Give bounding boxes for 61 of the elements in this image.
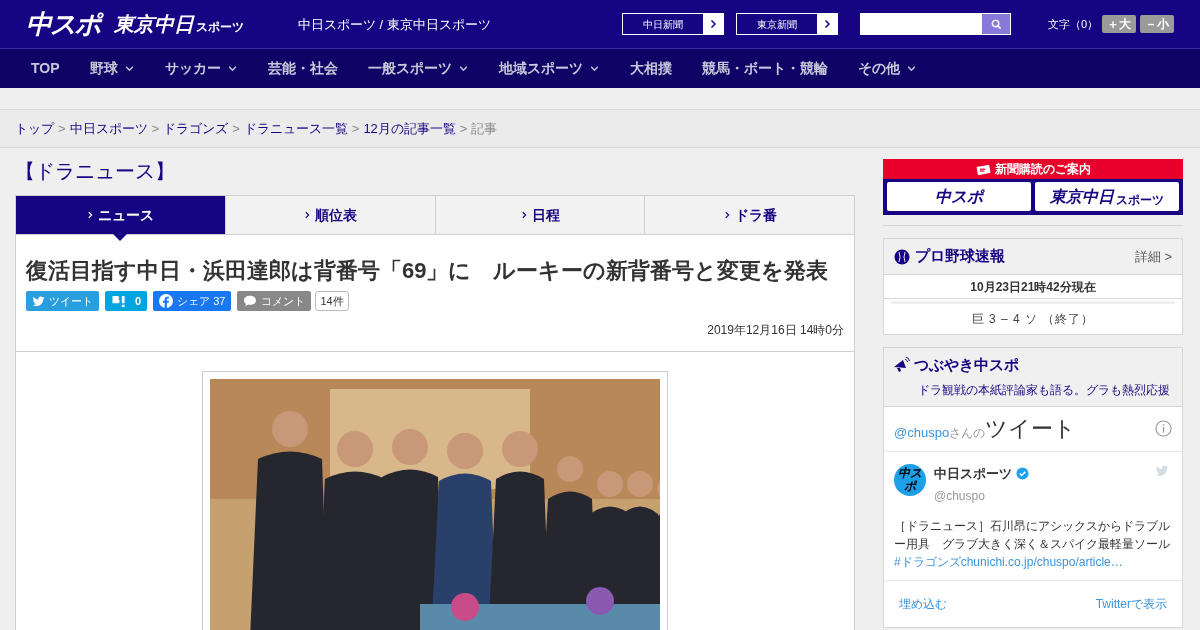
timeline-heading: @chuspoさんのツイート: [894, 415, 1077, 443]
details-link[interactable]: 詳細 >: [1134, 246, 1172, 267]
chevron-right-icon: [86, 210, 95, 220]
section-title: 【ドラニュース】: [15, 160, 175, 182]
newspaper-link[interactable]: 東京新聞: [736, 13, 838, 35]
search-field[interactable]: [860, 13, 1011, 35]
newspaper-link[interactable]: 中日新聞: [622, 13, 724, 35]
account-name[interactable]: 中日スポーツ: [934, 463, 1012, 483]
speech-bubble-icon: [243, 295, 258, 307]
baseball-icon: [894, 248, 910, 265]
update-time: 10月23日21時42分現在: [970, 278, 1096, 296]
nav-item[interactable]: その他: [857, 58, 917, 79]
breadcrumb-link[interactable]: 中日スポーツ: [69, 118, 148, 139]
breadcrumb-link[interactable]: ドラニュース一覧: [243, 118, 348, 139]
chevron-right-icon: [817, 14, 837, 34]
chevron-right-icon: [303, 210, 312, 220]
chevron-right-icon: [703, 14, 723, 34]
article-date: 2019年12月16日 14時0分: [707, 323, 844, 337]
megaphone-icon: [892, 356, 910, 375]
nav-item[interactable]: 芸能・社会: [267, 58, 338, 79]
breadcrumb-separator: >: [351, 119, 360, 138]
chevron-right-icon: [519, 210, 528, 220]
hatena-bookmark-icon: [111, 294, 127, 308]
breadcrumb-link[interactable]: トップ: [15, 118, 54, 139]
account-avatar[interactable]: 中スポ: [894, 463, 926, 496]
search-icon[interactable]: [982, 14, 1010, 34]
nav-item[interactable]: 大相撲: [629, 58, 672, 79]
comment-share-button[interactable]: コメント: [237, 291, 312, 311]
widget-title: プロ野球速報: [915, 246, 1005, 267]
tweet-text: ［ドラニュース］石川昂にアシックスからドラブルー用具 グラブ大きく深く＆スパイク最軽量ソール #ドラゴンズchunichi.co.jp/chuspo/article…: [894, 518, 1171, 571]
widget-subtitle: ドラ観戦の本紙評論家も語る。グラも熱烈応援: [918, 382, 1170, 397]
verified-badge-icon: [1016, 466, 1029, 480]
nav-item[interactable]: TOP: [31, 58, 60, 79]
breadcrumb-separator: >: [151, 119, 160, 138]
widget-title: つぶやき中スポ: [914, 355, 1019, 375]
info-icon[interactable]: [1155, 420, 1172, 437]
breadcrumb-separator: >: [459, 119, 468, 138]
font-size-label: 文字（0）: [1048, 16, 1099, 32]
chevron-right-icon: [722, 210, 731, 220]
facebook-icon: [159, 294, 174, 308]
comment-count: 14件: [315, 291, 349, 311]
bird-icon: [32, 294, 45, 308]
breadcrumb-separator: >: [58, 119, 66, 138]
breadcrumb-link[interactable]: 12月の記事一覧: [363, 118, 456, 139]
subscription-title: 新聞購読のご案内: [994, 161, 1091, 178]
site-name: 中日スポーツ / 東京中日スポーツ: [298, 17, 491, 32]
nav-item[interactable]: サッカー: [164, 58, 238, 79]
ticket-icon: [975, 163, 991, 175]
nav-item[interactable]: 地域スポーツ: [498, 58, 600, 79]
nav-item[interactable]: 一般スポーツ: [367, 58, 469, 79]
breadcrumb-current: 記事: [471, 119, 498, 138]
sub-logo[interactable]: 東京中日スポーツ: [114, 14, 244, 34]
newspaper-logo[interactable]: 中スポ: [887, 182, 1031, 211]
nav-item[interactable]: 野球: [89, 58, 135, 79]
hashtag-link[interactable]: #ドラゴンズ: [894, 555, 961, 569]
article-title: 復活目指す中日・浜田達郎は背番号「69」に ルーキーの新背番号と変更を発表: [26, 258, 829, 283]
breadcrumb-separator: >: [232, 119, 240, 138]
game-score: 巨 3 – 4 ソ （終了）: [971, 311, 1095, 328]
nav-item[interactable]: 競馬・ボート・競輪: [701, 58, 828, 79]
breadcrumb-link[interactable]: ドラゴンズ: [163, 118, 229, 139]
facebook-share-button[interactable]: シェア 37: [153, 291, 232, 311]
